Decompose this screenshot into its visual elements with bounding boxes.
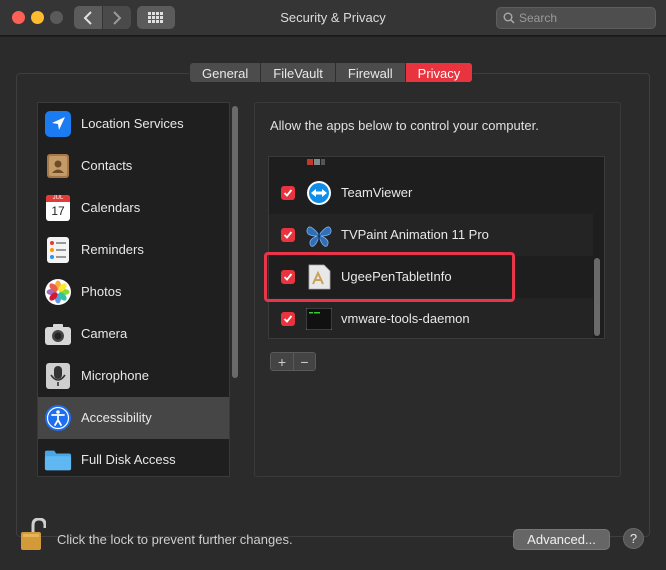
sidebar-item-label: Microphone: [81, 368, 149, 383]
sidebar-item-label: Camera: [81, 326, 128, 341]
sidebar-item-label: Location Services: [81, 116, 184, 131]
teamviewer-icon: [305, 179, 333, 207]
checkmark-icon: [283, 189, 293, 197]
sidebar-item-label: Full Disk Access: [81, 452, 176, 467]
tab-firewall[interactable]: Firewall: [336, 63, 406, 82]
checkmark-icon: [283, 315, 293, 323]
app-checkbox[interactable]: [281, 186, 295, 200]
sidebar-scrollbar[interactable]: [231, 104, 239, 476]
add-remove-control: + −: [270, 352, 316, 371]
calendar-month: JUL: [46, 195, 70, 202]
sidebar-item-calendars[interactable]: JUL 17 Calendars: [38, 187, 229, 229]
sidebar-item-contacts[interactable]: Contacts: [38, 145, 229, 187]
sidebar-item-full-disk-access[interactable]: Full Disk Access: [38, 439, 229, 476]
help-button[interactable]: ?: [623, 528, 644, 549]
tab-bar: General FileVault Firewall Privacy: [189, 62, 474, 83]
advanced-button[interactable]: Advanced...: [513, 529, 610, 550]
tab-filevault[interactable]: FileVault: [261, 63, 336, 82]
app-list-scrollbar[interactable]: [593, 258, 601, 336]
remove-app-button[interactable]: −: [293, 353, 315, 370]
tab-general[interactable]: General: [190, 63, 262, 82]
sidebar-item-label: Calendars: [81, 200, 141, 215]
lock-status-text: Click the lock to prevent further change…: [57, 532, 293, 547]
app-row-vmware-tools-daemon[interactable]: vmware-tools-daemon: [269, 298, 593, 338]
permission-description: Allow the apps below to control your com…: [270, 118, 539, 133]
location-arrow-icon: [44, 110, 72, 138]
search-field[interactable]: [496, 7, 656, 29]
photos-flower-icon: [44, 278, 72, 306]
app-list-scroll-thumb[interactable]: [594, 258, 600, 336]
sidebar-item-camera[interactable]: Camera: [38, 313, 229, 355]
app-list: TeamViewer TVPaint Animation 11 Pro Ugee…: [268, 156, 605, 339]
sidebar-item-microphone[interactable]: Microphone: [38, 355, 229, 397]
microphone-icon: [44, 362, 72, 390]
app-name: TeamViewer: [341, 185, 413, 200]
sidebar-item-accessibility[interactable]: Accessibility: [38, 397, 229, 439]
sidebar-scroll-thumb[interactable]: [232, 106, 238, 378]
camera-icon: [44, 320, 72, 348]
sidebar-item-label: Reminders: [81, 242, 144, 257]
highlight-annotation-box: [264, 252, 515, 302]
butterfly-icon: [305, 221, 333, 249]
folder-icon: [44, 446, 72, 474]
sidebar-item-reminders[interactable]: Reminders: [38, 229, 229, 271]
sidebar-item-location-services[interactable]: Location Services: [38, 103, 229, 145]
app-row-teamviewer[interactable]: TeamViewer: [269, 172, 593, 214]
title-bar: Security & Privacy: [0, 0, 666, 36]
app-name: TVPaint Animation 11 Pro: [341, 227, 489, 242]
app-row-tvpaint[interactable]: TVPaint Animation 11 Pro: [269, 214, 593, 256]
sidebar-item-label: Photos: [81, 284, 122, 299]
padlock-open-icon: [21, 517, 47, 550]
search-icon: [503, 12, 515, 24]
calendar-day: 17: [51, 204, 65, 218]
app-checkbox[interactable]: [281, 312, 295, 326]
sidebar-item-label: Contacts: [81, 158, 133, 173]
privacy-category-list: Location Services Contacts JUL 17 Calend…: [37, 102, 230, 477]
lock-button[interactable]: [20, 517, 47, 557]
contacts-book-icon: [44, 152, 72, 180]
add-app-button[interactable]: +: [271, 353, 293, 370]
calendar-icon: JUL 17: [44, 194, 72, 222]
app-name: vmware-tools-daemon: [341, 311, 470, 326]
partial-app-icon: [307, 159, 327, 167]
app-checkbox[interactable]: [281, 228, 295, 242]
accessibility-icon: [44, 404, 72, 432]
terminal-icon: [305, 305, 333, 333]
sidebar-item-label: Accessibility: [81, 410, 152, 425]
tab-privacy[interactable]: Privacy: [405, 63, 473, 82]
search-input[interactable]: [519, 10, 649, 26]
sidebar-item-photos[interactable]: Photos: [38, 271, 229, 313]
reminders-list-icon: [44, 236, 72, 264]
checkmark-icon: [283, 231, 293, 239]
